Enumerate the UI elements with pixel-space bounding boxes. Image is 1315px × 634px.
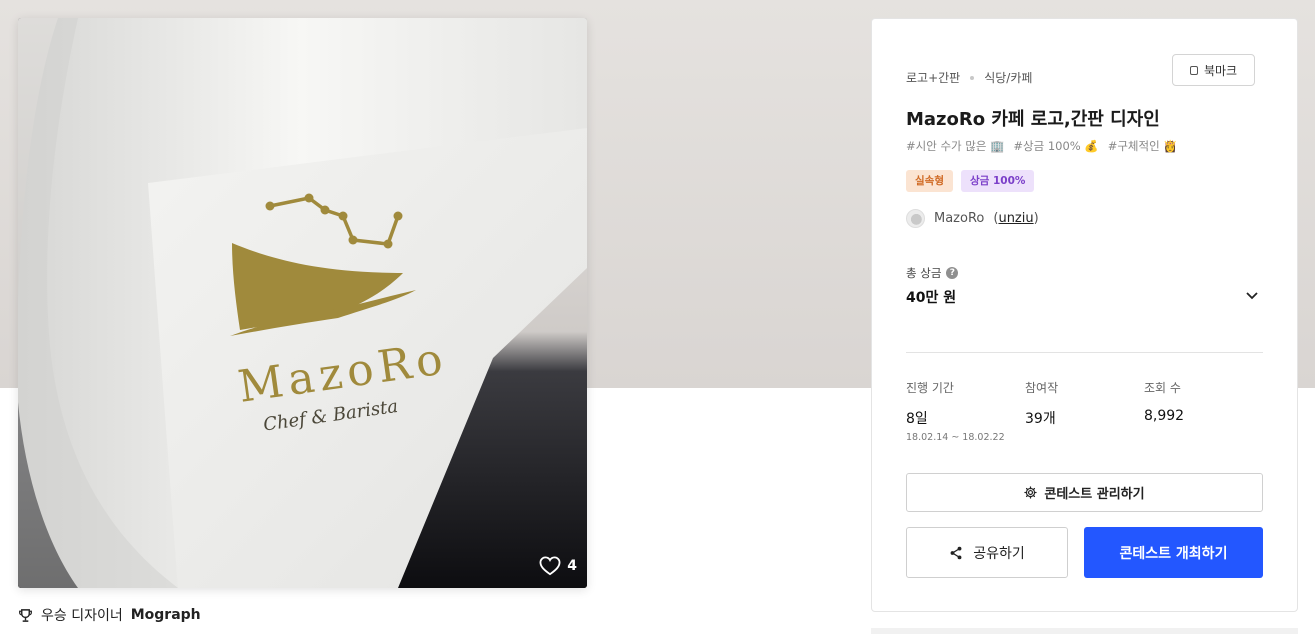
- like-button[interactable]: 4: [539, 556, 577, 576]
- host-id-link[interactable]: unziu: [998, 211, 1033, 226]
- manage-contest-label: 콘테스트 관리하기: [1044, 487, 1145, 502]
- chevron-down-icon[interactable]: [1244, 287, 1260, 303]
- category-secondary[interactable]: 식당/카페: [984, 69, 1032, 86]
- stat-entries: 참여작 39개: [1025, 379, 1058, 428]
- share-label: 공유하기: [973, 545, 1025, 562]
- host-contest-button[interactable]: 콘테스트 개최하기: [1084, 527, 1263, 578]
- stat-value: 39개: [1025, 411, 1056, 427]
- host-name: MazoRo: [934, 211, 985, 226]
- prize-value: 40만 원: [906, 290, 957, 306]
- stat-label: 진행 기간: [906, 381, 954, 395]
- stat-label: 참여작: [1025, 381, 1059, 395]
- winner-label: 우승 디자이너: [41, 608, 123, 624]
- plan-badge: 실속형: [906, 170, 953, 192]
- winner-caption: 우승 디자이너 Mograph: [18, 605, 201, 625]
- help-icon[interactable]: ?: [946, 267, 959, 279]
- contest-info-panel: 로고+간판 식당/카페 북마크 MazoRo 카페 로고,간판 디자인 #시안 …: [871, 18, 1298, 612]
- tag-item[interactable]: #구체적인 👸: [1108, 138, 1178, 154]
- stat-value: 8,992: [1144, 408, 1185, 424]
- avatar: [906, 209, 925, 228]
- badge-list: 실속형 상금 100%: [906, 170, 1035, 192]
- trophy-icon: [19, 608, 32, 622]
- category-primary[interactable]: 로고+간판: [906, 69, 960, 86]
- prize-label: 총 상금: [906, 266, 942, 280]
- manage-contest-button[interactable]: 콘테스트 관리하기: [906, 473, 1263, 512]
- stat-views: 조회 수 8,992: [1144, 379, 1184, 424]
- tag-list: #시안 수가 많은 🏢 #상금 100% 💰 #구체적인 👸: [906, 138, 1178, 154]
- contest-title: MazoRo 카페 로고,간판 디자인: [906, 109, 1160, 130]
- stat-value: 8일: [906, 411, 928, 427]
- gear-icon: [1024, 486, 1038, 499]
- stat-label: 조회 수: [1144, 381, 1181, 395]
- heart-icon: [539, 556, 561, 576]
- share-button[interactable]: 공유하기: [906, 527, 1068, 578]
- logo-mockup-photo: MazoRo Chef & Barista: [18, 18, 587, 588]
- host-id-wrap: (unziu): [993, 211, 1039, 226]
- separator-dot: [970, 75, 975, 80]
- bookmark-icon: [1189, 65, 1198, 75]
- like-count: 4: [567, 558, 577, 574]
- host-info: MazoRo (unziu): [906, 209, 1039, 228]
- panel-bottom-edge: [871, 628, 1298, 634]
- prize-guarantee-badge: 상금 100%: [960, 170, 1035, 192]
- prize-label-row: 총 상금 ?: [906, 265, 959, 281]
- artwork-image[interactable]: MazoRo Chef & Barista 4: [18, 18, 587, 588]
- share-icon: [950, 546, 962, 559]
- stat-dates: 18.02.14 ~ 18.02.22: [906, 432, 1005, 443]
- bookmark-label: 북마크: [1203, 63, 1238, 78]
- bookmark-button[interactable]: 북마크: [1172, 54, 1255, 86]
- stat-period: 진행 기간 8일 18.02.14 ~ 18.02.22: [906, 379, 1005, 443]
- divider: [906, 352, 1263, 353]
- tag-item[interactable]: #시안 수가 많은 🏢: [906, 138, 1004, 154]
- category-breadcrumb: 로고+간판 식당/카페: [906, 69, 1032, 86]
- winner-designer-link[interactable]: Mograph: [131, 607, 201, 623]
- tag-item[interactable]: #상금 100% 💰: [1013, 138, 1098, 154]
